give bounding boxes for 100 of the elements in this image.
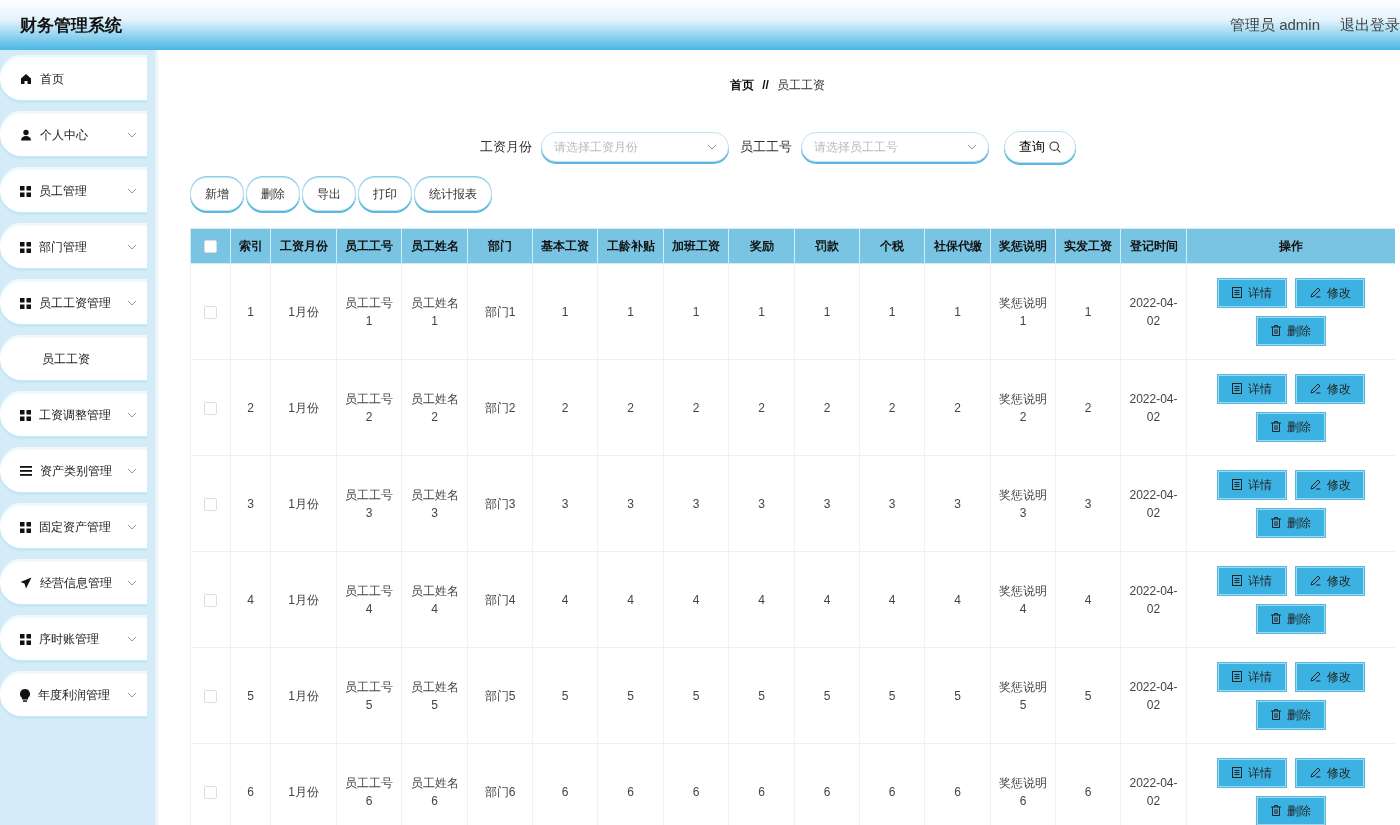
column-header: 奖励 bbox=[728, 228, 795, 264]
table-cell: 1月份 bbox=[270, 551, 337, 648]
row-checkbox[interactable] bbox=[204, 401, 217, 415]
logout-link[interactable]: 退出登录 bbox=[1340, 15, 1400, 35]
column-header: 索引 bbox=[230, 228, 271, 264]
table-cell: 5 bbox=[532, 647, 598, 744]
table-cell: 员工工号2 bbox=[336, 359, 402, 456]
table-cell: 1月份 bbox=[270, 359, 337, 456]
sidebar-item[interactable]: 固定资产管理 bbox=[0, 506, 147, 548]
table-cell: 4 bbox=[794, 551, 860, 648]
table-cell: 员工姓名3 bbox=[401, 455, 468, 552]
action-button[interactable]: 详情 bbox=[1218, 662, 1286, 691]
table-cell: 5 bbox=[924, 647, 991, 744]
table-cell: 5 bbox=[663, 647, 729, 744]
row-checkbox[interactable] bbox=[204, 593, 217, 607]
action-button[interactable]: 删除 bbox=[1257, 412, 1325, 441]
table-cell: 3 bbox=[1055, 455, 1121, 552]
sidebar-item[interactable]: 年度利润管理 bbox=[0, 674, 147, 716]
breadcrumb-current: 员工工资 bbox=[776, 76, 825, 94]
action-button[interactable]: 详情 bbox=[1218, 566, 1286, 595]
select-all-checkbox[interactable] bbox=[204, 240, 217, 254]
grid-icon bbox=[20, 185, 31, 197]
table-cell: 1 bbox=[597, 263, 664, 360]
table-cell: 1 bbox=[728, 263, 795, 360]
trash-icon bbox=[1271, 613, 1281, 624]
table-cell: 5 bbox=[728, 647, 795, 744]
toolbar-button[interactable]: 删除 bbox=[246, 177, 300, 211]
table-cell: 2022-04-02 bbox=[1120, 359, 1187, 456]
column-header: 加班工资 bbox=[663, 228, 729, 264]
sidebar-item[interactable]: 经营信息管理 bbox=[0, 562, 147, 604]
toolbar-button[interactable]: 打印 bbox=[358, 177, 412, 211]
table-cell: 4 bbox=[859, 551, 925, 648]
action-button[interactable]: 详情 bbox=[1218, 470, 1286, 499]
action-button[interactable]: 详情 bbox=[1218, 758, 1286, 787]
toolbar-button[interactable]: 导出 bbox=[302, 177, 356, 211]
action-button[interactable]: 修改 bbox=[1296, 758, 1364, 787]
row-checkbox[interactable] bbox=[204, 305, 217, 319]
sidebar-item[interactable]: 序时账管理 bbox=[0, 618, 147, 660]
action-button[interactable]: 修改 bbox=[1296, 470, 1364, 499]
column-header: 操作 bbox=[1186, 228, 1395, 264]
sidebar-item[interactable]: 工资调整管理 bbox=[0, 394, 147, 436]
breadcrumb-link[interactable]: 首页 bbox=[730, 76, 755, 94]
action-button[interactable]: 详情 bbox=[1218, 374, 1286, 403]
table-cell: 2022-04-02 bbox=[1120, 455, 1187, 552]
action-button[interactable]: 删除 bbox=[1257, 700, 1325, 729]
table-cell: 员工姓名2 bbox=[401, 359, 468, 456]
chevron-down-icon bbox=[706, 144, 717, 150]
table-cell: 4 bbox=[1055, 551, 1121, 648]
search-button[interactable]: 查询 bbox=[1003, 131, 1076, 163]
column-header: 个税 bbox=[859, 228, 925, 264]
toolbar-button[interactable]: 新增 bbox=[190, 177, 244, 211]
sidebar-item[interactable]: 个人中心 bbox=[0, 114, 147, 156]
select-field[interactable]: 请选择员工工号 bbox=[800, 132, 989, 162]
table-cell: 员工工号3 bbox=[336, 455, 402, 552]
table-cell: 3 bbox=[859, 455, 925, 552]
paper-plane-icon bbox=[20, 577, 32, 589]
column-header: 员工工号 bbox=[336, 228, 402, 264]
field-label: 员工工号 bbox=[739, 138, 792, 156]
table-cell: 1 bbox=[532, 263, 598, 360]
table-cell: 3 bbox=[728, 455, 795, 552]
row-checkbox[interactable] bbox=[204, 497, 217, 511]
sidebar-item[interactable]: 员工管理 bbox=[0, 170, 147, 212]
table-cell: 员工工号1 bbox=[336, 263, 402, 360]
table-cell: 1月份 bbox=[270, 263, 337, 360]
row-checkbox[interactable] bbox=[204, 689, 217, 703]
action-button[interactable]: 删除 bbox=[1257, 604, 1325, 633]
table-cell: 1月份 bbox=[270, 455, 337, 552]
action-button[interactable]: 删除 bbox=[1257, 508, 1325, 537]
select-field[interactable]: 请选择工资月份 bbox=[540, 132, 729, 162]
table-cell: 员工姓名1 bbox=[401, 263, 468, 360]
action-button[interactable]: 删除 bbox=[1257, 796, 1325, 825]
action-button[interactable]: 修改 bbox=[1296, 566, 1364, 595]
table-cell: 1 bbox=[924, 263, 991, 360]
column-header: 奖惩说明 bbox=[990, 228, 1056, 264]
column-header: 基本工资 bbox=[532, 228, 598, 264]
table-cell: 部门2 bbox=[467, 359, 533, 456]
action-button[interactable]: 修改 bbox=[1296, 374, 1364, 403]
table-cell: 部门4 bbox=[467, 551, 533, 648]
action-button[interactable]: 删除 bbox=[1257, 316, 1325, 345]
table-cell: 5 bbox=[230, 647, 271, 744]
trash-icon bbox=[1271, 805, 1281, 816]
table-cell: 2 bbox=[597, 359, 664, 456]
list-icon bbox=[20, 466, 32, 476]
table-cell: 奖惩说明5 bbox=[990, 647, 1056, 744]
sidebar-item[interactable]: 首页 bbox=[0, 58, 147, 100]
sidebar-item[interactable]: 部门管理 bbox=[0, 226, 147, 268]
column-header: 实发工资 bbox=[1055, 228, 1121, 264]
lightbulb-icon bbox=[20, 688, 30, 702]
pencil-icon bbox=[1309, 575, 1321, 586]
trash-icon bbox=[1271, 709, 1281, 720]
app-title: 财务管理系统 bbox=[20, 14, 122, 37]
action-button[interactable]: 修改 bbox=[1296, 278, 1364, 307]
table-cell: 4 bbox=[924, 551, 991, 648]
action-button[interactable]: 详情 bbox=[1218, 278, 1286, 307]
sidebar-item[interactable]: 员工工资管理 bbox=[0, 282, 147, 324]
sidebar-item[interactable]: 资产类别管理 bbox=[0, 450, 147, 492]
toolbar-button[interactable]: 统计报表 bbox=[414, 177, 492, 211]
action-button[interactable]: 修改 bbox=[1296, 662, 1364, 691]
sidebar-item[interactable]: 员工工资 bbox=[0, 338, 147, 380]
row-checkbox[interactable] bbox=[204, 785, 217, 799]
